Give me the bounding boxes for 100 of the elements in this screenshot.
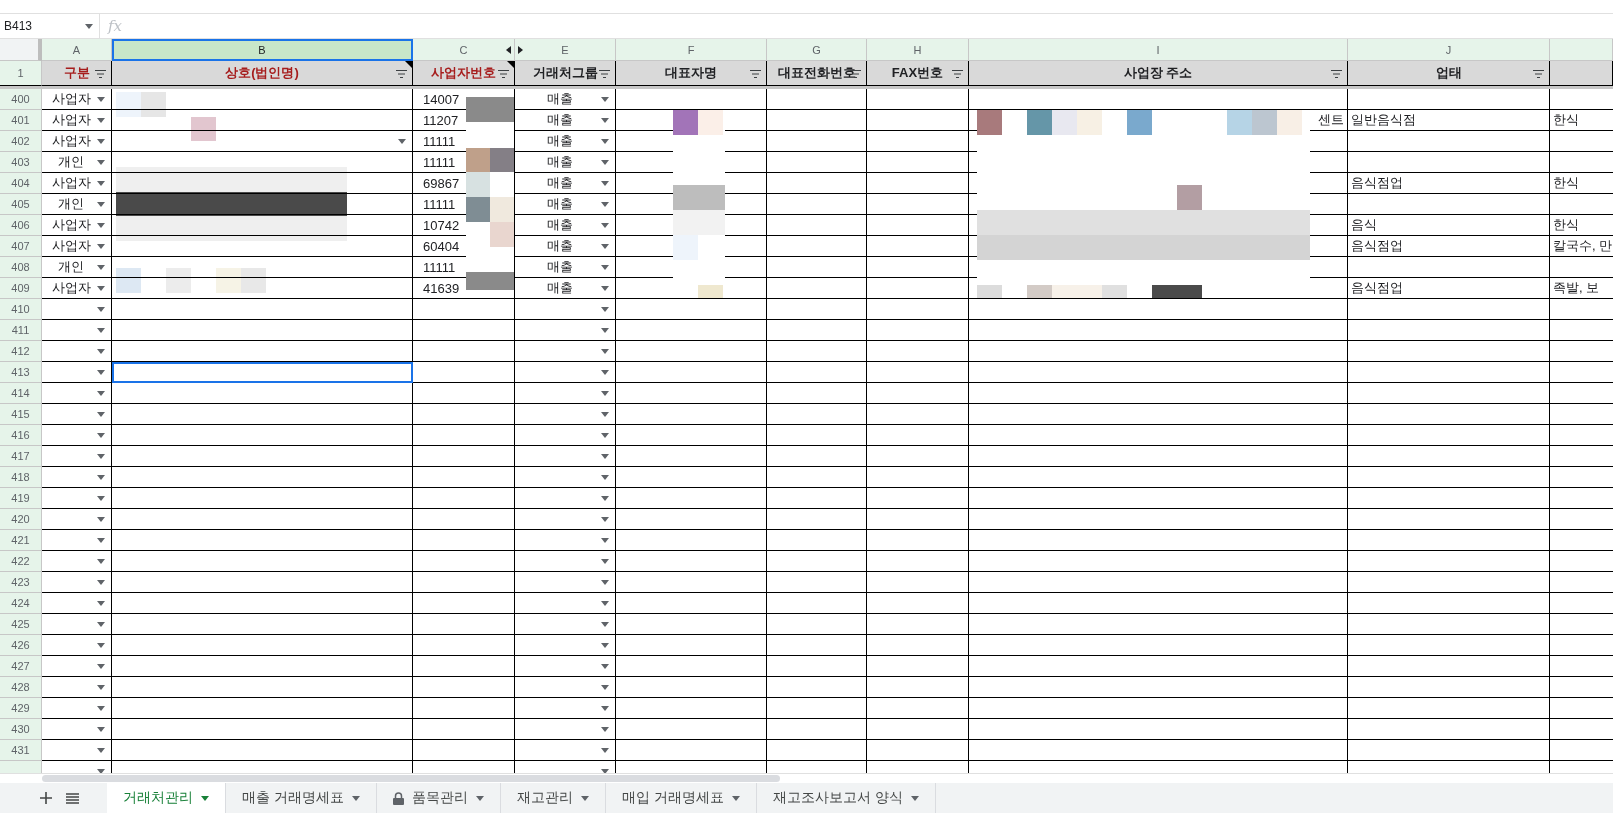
caret-icon[interactable] [601,412,609,417]
row-number[interactable]: 415 [0,404,42,425]
caret-icon[interactable] [601,664,609,669]
row-number[interactable]: 427 [0,656,42,677]
table-cell[interactable] [42,677,112,698]
table-cell[interactable]: 개인 [42,257,112,278]
filter-icon[interactable] [498,70,509,78]
table-cell[interactable] [42,719,112,740]
name-box[interactable]: B413 [0,14,100,38]
table-cell[interactable]: 사업자 [42,89,112,110]
caret-icon[interactable] [97,433,105,438]
row-number[interactable]: 421 [0,530,42,551]
table-cell[interactable] [515,656,616,677]
table-cell[interactable] [515,593,616,614]
caret-icon[interactable] [601,223,609,228]
filter-icon[interactable] [95,70,106,78]
caret-icon[interactable] [97,601,105,606]
row-number[interactable]: 419 [0,488,42,509]
table-cell[interactable]: 사업자 [42,278,112,299]
table-cell[interactable] [42,614,112,635]
table-cell[interactable]: 매출 [515,194,616,215]
row-number[interactable]: 418 [0,467,42,488]
table-cell[interactable] [42,656,112,677]
row-number[interactable]: 409 [0,278,42,299]
table-cell[interactable]: 매출 [515,236,616,257]
table-cell[interactable] [515,299,616,320]
table-cell[interactable] [42,425,112,446]
caret-icon[interactable] [201,795,209,801]
caret-icon[interactable] [85,23,93,29]
caret-icon[interactable] [731,795,740,801]
caret-icon[interactable] [97,748,105,753]
caret-icon[interactable] [97,685,105,690]
row-number[interactable]: 412 [0,341,42,362]
row-number[interactable]: 425 [0,614,42,635]
table-cell[interactable] [42,635,112,656]
table-cell[interactable] [515,719,616,740]
table-cell[interactable] [42,467,112,488]
row-number[interactable]: 400 [0,89,42,110]
table-cell[interactable]: 사업자 [42,236,112,257]
row-number[interactable]: 404 [0,173,42,194]
filter-icon[interactable] [952,70,963,78]
caret-icon[interactable] [601,580,609,585]
table-cell[interactable]: 사업자 [42,173,112,194]
caret-icon[interactable] [97,706,105,711]
filter-icon[interactable] [396,70,407,78]
table-cell[interactable]: 매출 [515,131,616,152]
caret-icon[interactable] [97,349,105,354]
caret-icon[interactable] [97,265,105,270]
caret-icon[interactable] [398,139,406,144]
caret-icon[interactable] [601,286,609,291]
row-number[interactable]: 408 [0,257,42,278]
row-number[interactable]: 405 [0,194,42,215]
caret-icon[interactable] [601,160,609,165]
caret-icon[interactable] [97,370,105,375]
caret-icon[interactable] [601,538,609,543]
caret-icon[interactable] [97,454,105,459]
caret-icon[interactable] [601,706,609,711]
table-cell[interactable] [42,572,112,593]
caret-icon[interactable] [601,643,609,648]
caret-icon[interactable] [97,412,105,417]
table-cell[interactable] [42,593,112,614]
table-cell[interactable] [515,341,616,362]
table-cell[interactable]: 개인 [42,194,112,215]
caret-icon[interactable] [97,202,105,207]
table-cell[interactable] [515,530,616,551]
row-number[interactable]: 410 [0,299,42,320]
row-number[interactable]: 431 [0,740,42,761]
table-cell[interactable] [42,530,112,551]
row-number[interactable]: 420 [0,509,42,530]
caret-icon[interactable] [97,475,105,480]
table-cell[interactable] [42,698,112,719]
caret-icon[interactable] [601,307,609,312]
table-cell[interactable]: 사업자 [42,131,112,152]
table-cell[interactable] [515,383,616,404]
table-cell[interactable] [42,551,112,572]
caret-icon[interactable] [601,433,609,438]
sheet-tab[interactable]: 거래처관리 [107,783,226,813]
table-cell[interactable]: 매출 [515,110,616,131]
caret-icon[interactable] [910,795,919,801]
caret-icon[interactable] [97,391,105,396]
caret-icon[interactable] [601,601,609,606]
caret-icon[interactable] [601,139,609,144]
row-number[interactable]: 401 [0,110,42,131]
row-number[interactable]: 428 [0,677,42,698]
filter-icon[interactable] [750,70,761,78]
column-header[interactable]: I [969,39,1348,61]
table-cell[interactable] [42,404,112,425]
table-cell[interactable] [42,320,112,341]
table-cell[interactable] [515,509,616,530]
sheet-tab[interactable]: 재고조사보고서 양식 [756,783,936,813]
table-cell[interactable] [42,341,112,362]
column-header[interactable]: B [112,39,413,61]
row-number[interactable]: 406 [0,215,42,236]
table-cell[interactable] [515,425,616,446]
table-cell[interactable]: 사업자 [42,215,112,236]
caret-icon[interactable] [601,118,609,123]
table-cell[interactable] [42,362,112,383]
column-header[interactable]: J [1348,39,1550,61]
redacted-cell[interactable] [112,131,413,152]
caret-icon[interactable] [601,496,609,501]
